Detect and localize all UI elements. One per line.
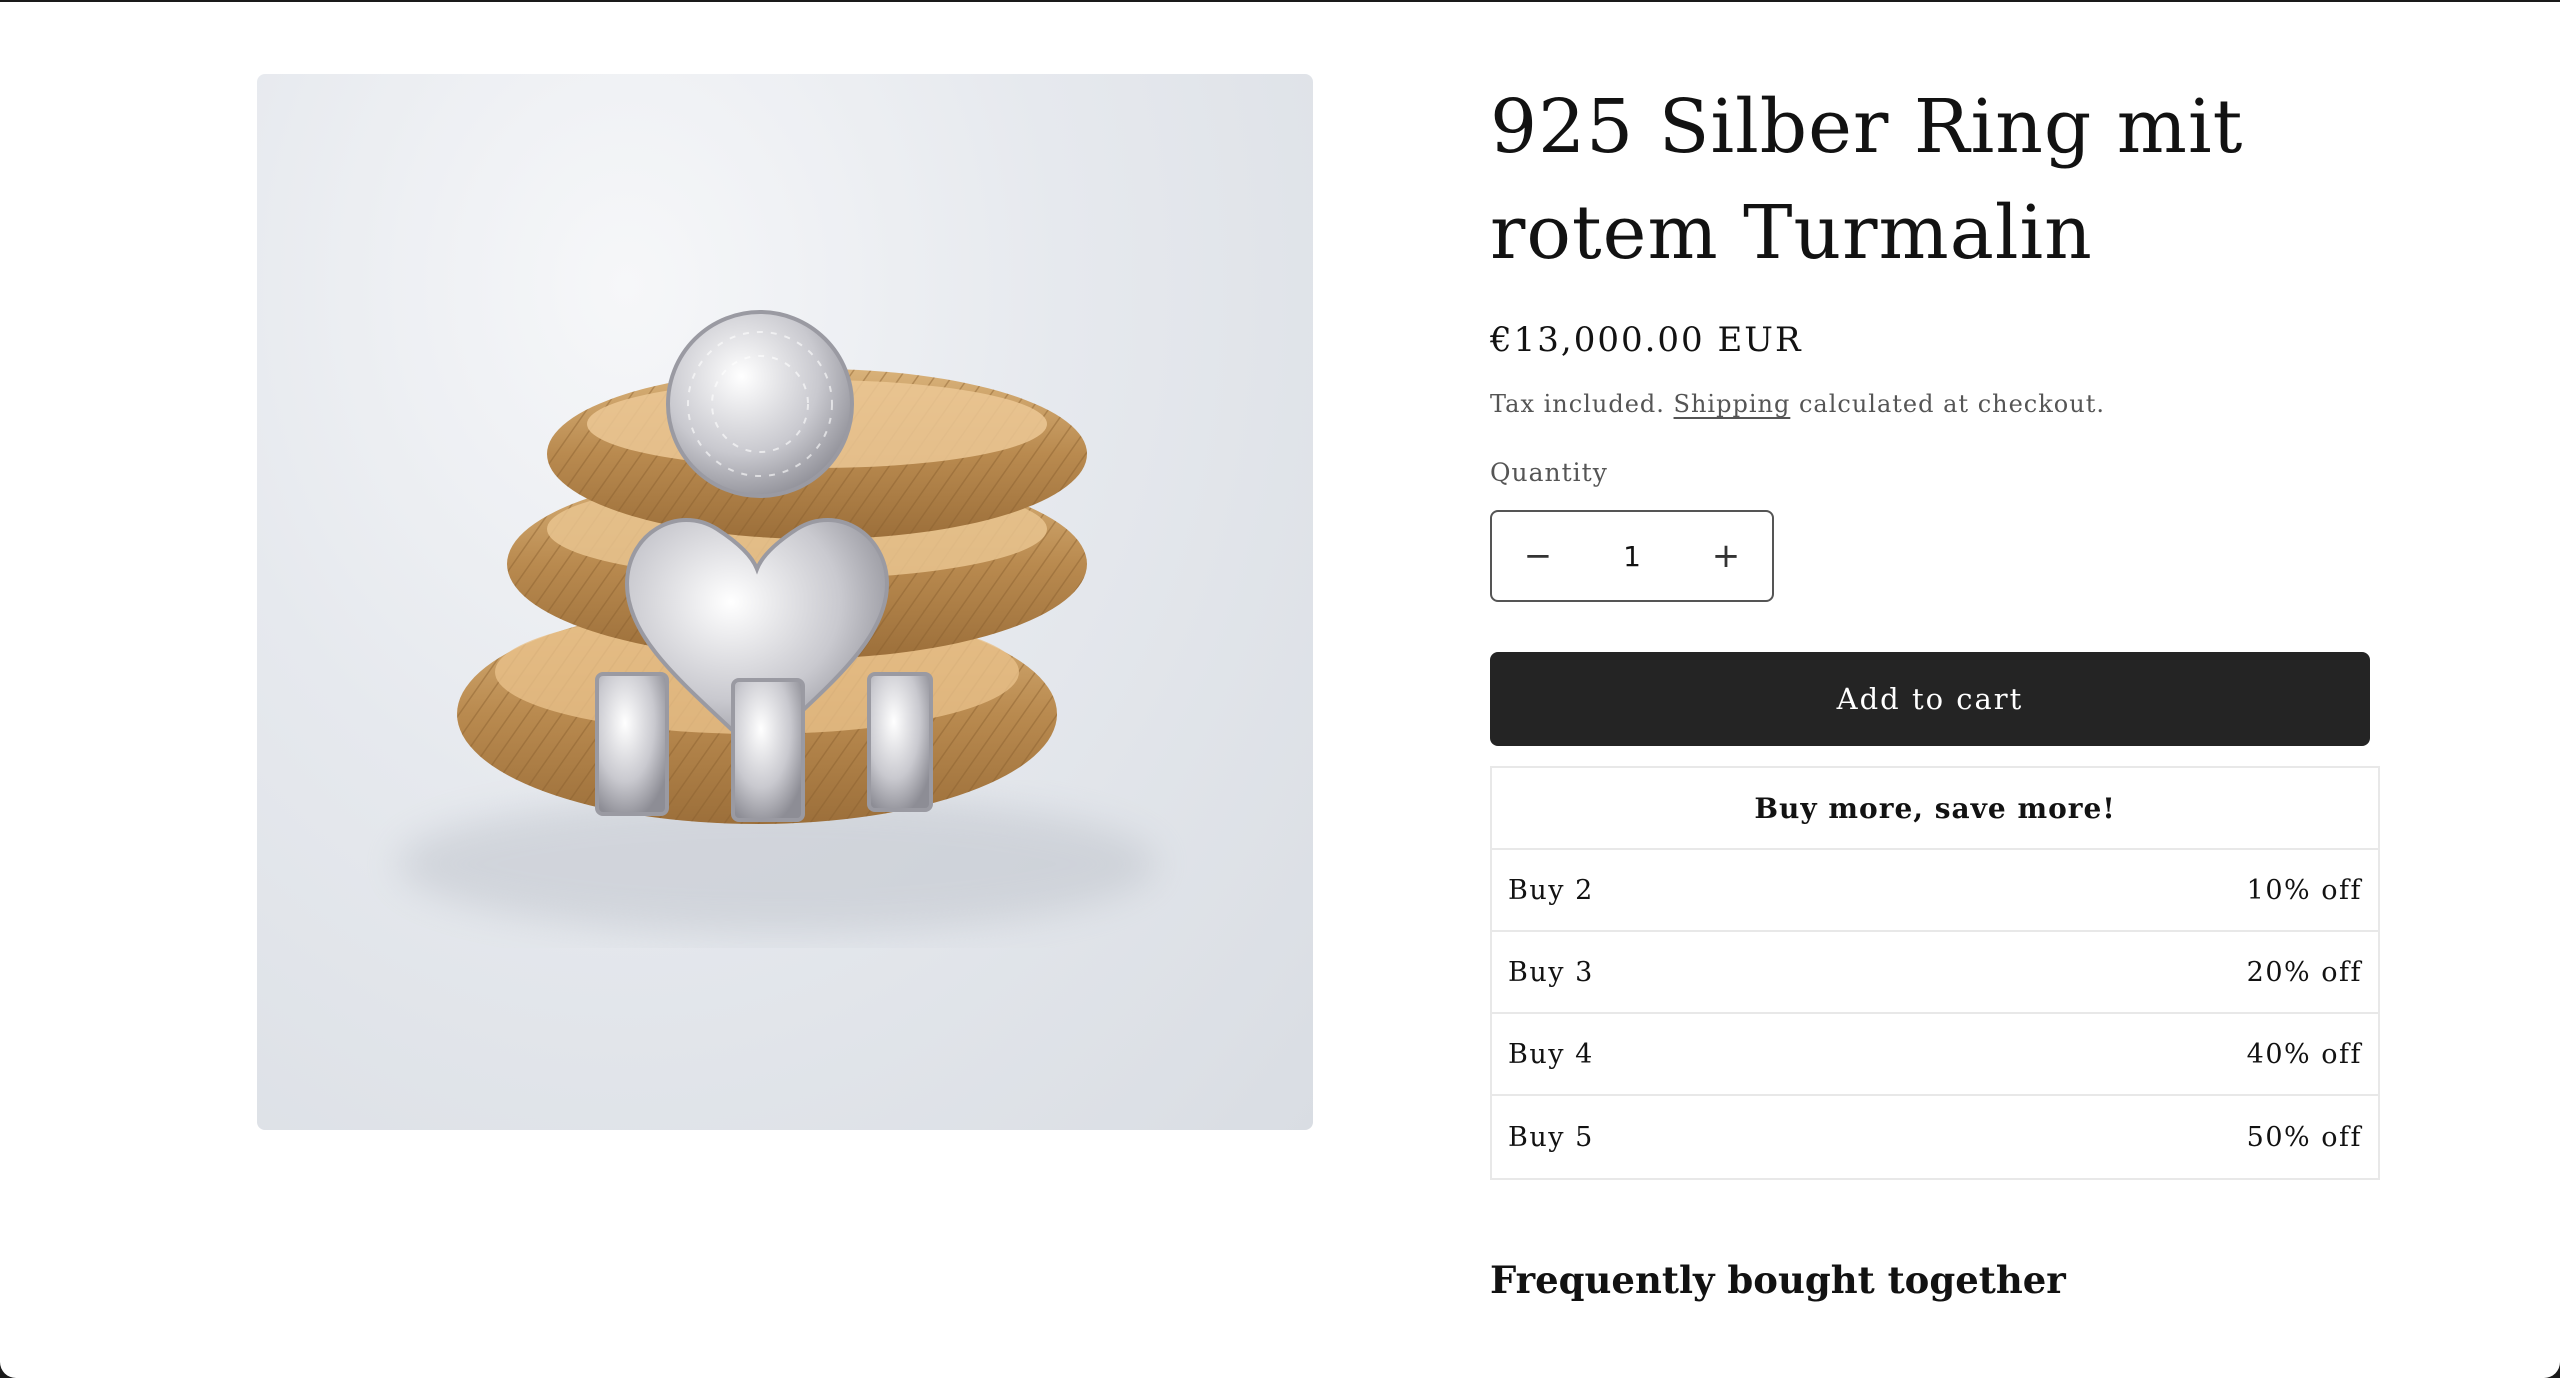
volume-discount-table: Buy more, save more! Buy 2 10% off Buy 3…	[1490, 766, 2380, 1180]
discount-tier: Buy 2 10% off	[1492, 850, 2378, 932]
increase-quantity-button[interactable]: +	[1680, 512, 1772, 600]
ring-photo-illustration	[397, 310, 1157, 934]
tier-value: 20% off	[2246, 956, 2362, 988]
plus-icon: +	[1711, 536, 1741, 576]
product-title: 925 Silber Ring mit rotem Turmalin	[1490, 84, 2244, 276]
tier-label: Buy 3	[1508, 956, 1594, 988]
product-page: 925 Silber Ring mit rotem Turmalin €13,0…	[0, 2, 2560, 1378]
tier-label: Buy 5	[1508, 1121, 1594, 1153]
quantity-stepper: − 1 +	[1490, 510, 1774, 602]
tier-value: 10% off	[2246, 874, 2362, 906]
tier-label: Buy 4	[1508, 1038, 1594, 1070]
decrease-quantity-button[interactable]: −	[1492, 512, 1584, 600]
product-info: 925 Silber Ring mit rotem Turmalin €13,0…	[1490, 74, 2380, 1302]
tax-suffix: calculated at checkout.	[1798, 390, 2105, 418]
add-to-cart-button[interactable]: Add to cart	[1490, 652, 2370, 746]
tier-value: 40% off	[2246, 1038, 2362, 1070]
tier-value: 50% off	[2246, 1121, 2362, 1153]
product-price: €13,000.00 EUR	[1490, 320, 1803, 360]
minus-icon: −	[1523, 536, 1553, 576]
tax-prefix: Tax included.	[1490, 390, 1665, 418]
shipping-link[interactable]: Shipping	[1674, 390, 1791, 418]
product-image[interactable]	[257, 74, 1313, 1130]
quantity-input[interactable]: 1	[1584, 540, 1680, 573]
quantity-label: Quantity	[1490, 458, 1608, 487]
discount-heading: Buy more, save more!	[1492, 768, 2378, 850]
discount-tier: Buy 5 50% off	[1492, 1096, 2378, 1178]
discount-tier: Buy 3 20% off	[1492, 932, 2378, 1014]
tax-note: Tax included. Shipping calculated at che…	[1490, 390, 2105, 418]
frequently-bought-heading: Frequently bought together	[1490, 1258, 2066, 1302]
discount-tier: Buy 4 40% off	[1492, 1014, 2378, 1096]
tier-label: Buy 2	[1508, 874, 1594, 906]
